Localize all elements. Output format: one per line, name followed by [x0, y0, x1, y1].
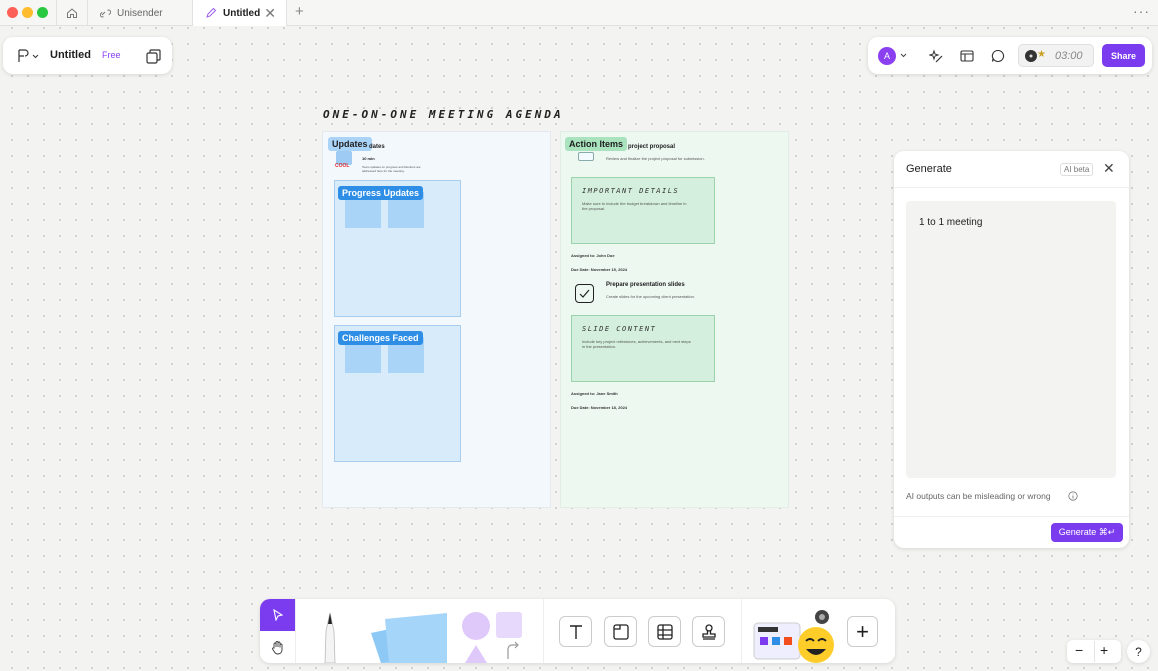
hand-tool-button[interactable] — [260, 631, 295, 663]
chevron-down-icon[interactable] — [900, 53, 907, 58]
card-body: Make sure to include the budget breakdow… — [582, 201, 687, 211]
ai-sparkle-icon — [928, 48, 942, 62]
layers-icon — [145, 48, 161, 64]
stamp-icon — [701, 623, 716, 640]
figjam-logo-icon — [18, 49, 39, 62]
tab-untitled[interactable]: Untitled ✕ — [193, 0, 287, 26]
update-item-title: dates — [369, 144, 385, 150]
timer-widget[interactable]: ★ 03:00 — [1018, 44, 1094, 67]
assigned-to: Assigned to: Jane Smith — [571, 391, 618, 396]
main-menu-button[interactable] — [15, 46, 41, 66]
update-duration: 10 min — [362, 156, 375, 161]
prompt-text: 1 to 1 meeting — [919, 217, 983, 228]
progress-updates-label[interactable]: Progress Updates — [338, 186, 424, 200]
browser-tab-bar: Unisender Untitled ✕ + ··· — [0, 0, 1158, 26]
section-icon — [612, 623, 629, 640]
close-icon[interactable]: ✕ — [1103, 160, 1115, 177]
prompt-input[interactable]: 1 to 1 meeting — [906, 201, 1116, 478]
divider — [894, 516, 1129, 517]
collaboration-toolbar: A ★ 03:00 Share — [868, 37, 1152, 74]
comment-icon — [991, 49, 1005, 63]
sticker-label: COOL — [335, 163, 350, 169]
share-button[interactable]: Share — [1102, 44, 1145, 67]
tab-label: Unisender — [117, 7, 163, 19]
more-tools-button[interactable]: + — [847, 616, 878, 647]
sticky-note-icon[interactable] — [367, 611, 451, 663]
ai-button[interactable] — [926, 46, 946, 66]
creation-toolbar: + — [260, 599, 895, 663]
generate-header: Generate AI beta ✕ — [894, 151, 1129, 188]
zoom-out-button[interactable]: − — [1075, 642, 1083, 658]
table-tool-icon — [656, 623, 673, 640]
card-body: Include key project milestones, achievem… — [582, 339, 691, 349]
update-desc: Team updates on progress and blockers ar… — [362, 165, 421, 173]
hand-icon — [271, 640, 282, 654]
file-name[interactable]: Untitled — [50, 49, 91, 61]
action-item1-desc: Review and finalize the project proposal… — [606, 156, 705, 161]
table-view-button[interactable] — [957, 46, 977, 66]
generate-panel: Generate AI beta ✕ 1 to 1 meeting AI out… — [894, 151, 1129, 548]
checkbox-icon[interactable] — [575, 284, 594, 303]
file-toolbar: Untitled Free — [3, 37, 172, 74]
updates-label[interactable]: Updates — [328, 137, 372, 151]
comment-button[interactable] — [988, 46, 1008, 66]
tab-label: Untitled — [223, 7, 261, 19]
due-date: Due Date: November 15, 2024 — [571, 267, 628, 272]
card-heading: SLIDE CONTENT — [582, 325, 657, 333]
card-heading: IMPORTANT DETAILS — [582, 187, 680, 195]
zoom-controls: − + — [1067, 640, 1121, 663]
due-date: Due Date: November 18, 2024 — [571, 405, 628, 410]
new-tab-button[interactable]: + — [295, 3, 304, 20]
ai-beta-badge: AI beta — [1060, 163, 1094, 176]
challenges-faced-label[interactable]: Challenges Faced — [338, 331, 423, 345]
close-window-icon[interactable] — [7, 7, 18, 18]
pen-icon — [206, 7, 217, 18]
widgets-icon[interactable] — [752, 607, 838, 663]
home-icon — [67, 8, 77, 18]
minimize-window-icon[interactable] — [22, 7, 33, 18]
important-details-card[interactable]: IMPORTANT DETAILS Make sure to include t… — [571, 177, 715, 244]
action-items-label[interactable]: Action Items — [565, 137, 628, 151]
stamp-tool-button[interactable] — [692, 616, 725, 647]
generate-button[interactable]: Generate ⌘↵ — [1051, 523, 1123, 542]
action-item2-desc: Create slides for the upcoming client pr… — [606, 294, 695, 299]
info-icon[interactable] — [1068, 491, 1078, 501]
timer-value: 03:00 — [1055, 50, 1083, 62]
music-disc-icon — [1025, 50, 1037, 62]
help-button[interactable]: ? — [1127, 640, 1150, 663]
select-tool-button[interactable] — [260, 599, 295, 631]
tab-unisender[interactable]: Unisender — [88, 0, 193, 26]
link-icon — [100, 9, 111, 17]
text-tool-button[interactable] — [559, 616, 592, 647]
ai-disclaimer: AI outputs can be misleading or wrong — [906, 491, 1051, 501]
action-item2-title: Prepare presentation slides — [606, 282, 685, 288]
assigned-to: Assigned to: John Doe — [571, 253, 615, 258]
marker-icon[interactable] — [316, 611, 344, 663]
illustration-icon — [578, 152, 594, 161]
shapes-icon[interactable] — [460, 611, 524, 663]
action-item1-title: project proposal — [628, 144, 676, 150]
cursor-icon — [272, 609, 283, 621]
layers-button[interactable] — [143, 46, 163, 66]
close-icon[interactable]: ✕ — [264, 5, 276, 22]
slide-content-card[interactable]: SLIDE CONTENT Include key project milest… — [571, 315, 715, 382]
text-icon — [569, 624, 582, 639]
more-icon[interactable]: ··· — [1133, 3, 1150, 19]
plan-badge[interactable]: Free — [102, 50, 121, 60]
board-title: ONE-ON-ONE MEETING AGENDA — [323, 108, 564, 121]
table-tool-button[interactable] — [648, 616, 681, 647]
star-icon: ★ — [1037, 49, 1046, 60]
zoom-in-button[interactable]: + — [1100, 642, 1108, 658]
section-tool-button[interactable] — [604, 616, 637, 647]
table-icon — [960, 50, 974, 62]
maximize-window-icon[interactable] — [37, 7, 48, 18]
avatar[interactable]: A — [878, 47, 896, 65]
generate-title: Generate — [906, 163, 952, 175]
home-tab[interactable] — [56, 0, 88, 26]
